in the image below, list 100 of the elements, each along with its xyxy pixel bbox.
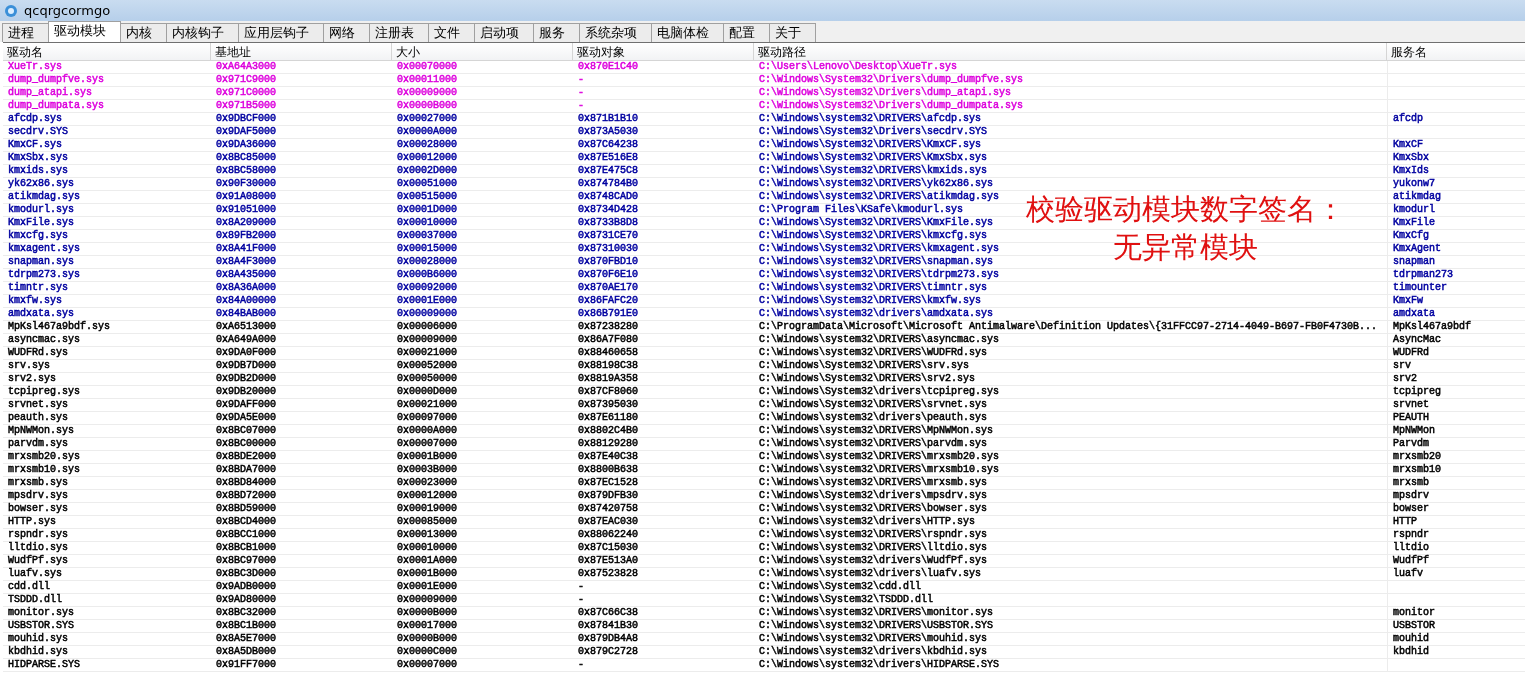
table-cell: amdxata [1393,308,1435,319]
table-cell: 0x00009000 [397,87,457,98]
table-cell: C:\Users\Lenovo\Desktop\XueTr.sys [759,61,958,72]
table-cell: 0x00070000 [397,61,457,72]
table-cell: 0x873A5030 [578,126,638,137]
table-cell: 0x8BC1B000 [216,620,276,631]
table-cell: C:\Windows\system32\DRIVERS\WUDFRd.sys [759,347,988,358]
table-cell: 0x0001D000 [397,204,457,215]
table-cell: 0x0003B000 [397,464,457,475]
table-cell: PEAUTH [1393,412,1429,423]
table-cell: XueTr.sys [8,61,62,72]
tab[interactable]: 电脑体检 [651,23,724,42]
column-header[interactable]: 大小 [392,43,573,61]
column-header[interactable]: 驱动路径 [754,43,1387,61]
table-cell: 0x00007000 [397,438,457,449]
table-cell: snapman [1393,256,1435,267]
annotation-text: 校验驱动模块数字签名： [1025,192,1345,226]
tab[interactable]: 文件 [428,23,475,42]
table-cell: 0x87238280 [578,321,638,332]
tab[interactable]: 内核 [120,23,167,42]
table-cell: mrxsmb [1393,477,1429,488]
table-cell: 0x879DFB30 [578,490,638,501]
table-cell: 0x8A5E7000 [216,633,276,644]
table-cell: 0x00085000 [397,516,457,527]
tab[interactable]: 服务 [533,23,580,42]
table-cell: 0x00010000 [397,542,457,553]
table-cell: 0x91A08000 [216,191,276,202]
table-cell: 0x8BC97000 [216,555,276,566]
table-cell: KmxCF [1393,139,1423,150]
table-cell: parvdm.sys [8,438,68,449]
table-cell: lltdio [1393,542,1429,553]
tab[interactable]: 系统杂项 [579,23,652,42]
column-header[interactable]: 基地址 [211,43,392,61]
column-header[interactable]: 驱动名 [3,43,211,61]
table-cell: KmxFile.sys [8,217,74,228]
tab[interactable]: 内核钩子 [166,23,239,42]
table-cell: 0x00092000 [397,282,457,293]
table-cell: monitor [1393,607,1435,618]
table-cell: tcpipreg.sys [8,386,80,397]
table-cell: 0x00010000 [397,217,457,228]
table-cell: C:\Windows\System32\DRIVERS\kmxagent.sys [759,243,1000,254]
table-cell: 0x8BC32000 [216,607,276,618]
table-cell: C:\Windows\system32\drivers\HTTP.sys [759,516,976,527]
table-cell: kmxfw.sys [8,295,62,306]
table-cell: 0x00037000 [397,230,457,241]
table-cell: 0x8BD72000 [216,490,276,501]
tab[interactable]: 应用层钩子 [238,23,324,42]
table-cell: KmxCfg [1393,230,1429,241]
table-cell: 0x87310030 [578,243,638,254]
table-cell: C:\Windows\system32\drivers\luafv.sys [759,568,982,579]
table-cell: 0x8A36A000 [216,282,276,293]
table-cell: 0xA64A3000 [216,61,276,72]
tab[interactable]: 关于 [769,23,816,42]
table-cell: 0x8800B638 [578,464,638,475]
table-cell: MpKsl467a9bdf [1393,321,1471,332]
table-cell: 0x0000A000 [397,126,457,137]
table-cell: monitor.sys [8,607,74,618]
table-cell: 0x9DB20000 [216,386,276,397]
tab[interactable]: 配置 [723,23,770,42]
tab[interactable]: 注册表 [369,23,429,42]
table-cell: 0x00028000 [397,139,457,150]
table-cell: mrxsmb.sys [8,477,68,488]
table-cell: 0x0001B000 [397,451,457,462]
tab[interactable]: 启动项 [474,23,534,42]
column-header[interactable]: 服务名 [1387,43,1525,61]
table-cell: mrxsmb10.sys [8,464,80,475]
table-cell: 0x971C9000 [216,74,276,85]
tab[interactable]: 进程 [2,23,49,42]
table-cell: HTTP.sys [8,516,56,527]
table-cell: KmxSbx [1393,152,1429,163]
table-cell: 0x87420758 [578,503,638,514]
table-cell: dump_atapi.sys [8,87,92,98]
table-cell: mrxsmb20.sys [8,451,80,462]
table-cell: 0x00015000 [397,243,457,254]
app-icon [4,3,18,18]
column-header[interactable]: 驱动对象 [573,43,754,61]
table-cell: KmxCF.sys [8,139,62,150]
table-cell: lltdio.sys [8,542,68,553]
table-cell: 0x00012000 [397,490,457,501]
tab[interactable]: 驱动模块 [48,21,121,42]
table-cell: C:\Windows\system32\DRIVERS\bowser.sys [759,503,988,514]
table-cell: 0x00050000 [397,373,457,384]
table-cell: 0x88062240 [578,529,638,540]
tab[interactable]: 网络 [323,23,370,42]
table-cell: srv.sys [8,360,50,371]
table-cell: tdrpm273.sys [8,269,80,280]
table-cell: timntr.sys [8,282,68,293]
table-cell: - [578,581,584,592]
table-cell: amdxata.sys [8,308,74,319]
table-cell: 0x00028000 [397,256,457,267]
table-cell: C:\ProgramData\Microsoft\Microsoft Antimalware\Definition Updates\{31FFCC97-2714-4049-B697-FB0F4730B... [759,321,1378,332]
table-cell: 0x00021000 [397,399,457,410]
table-cell: - [578,659,584,670]
table-cell: 0x8BD59000 [216,503,276,514]
table-cell: 0x89FB2000 [216,230,276,241]
table-cell: C:\Windows\system32\DRIVERS\mouhid.sys [759,633,988,644]
table-cell: 0x87841B30 [578,620,638,631]
table-cell: 0x8A435000 [216,269,276,280]
table-cell: 0x8A41F000 [216,243,276,254]
table-cell: srv2 [1393,373,1417,384]
